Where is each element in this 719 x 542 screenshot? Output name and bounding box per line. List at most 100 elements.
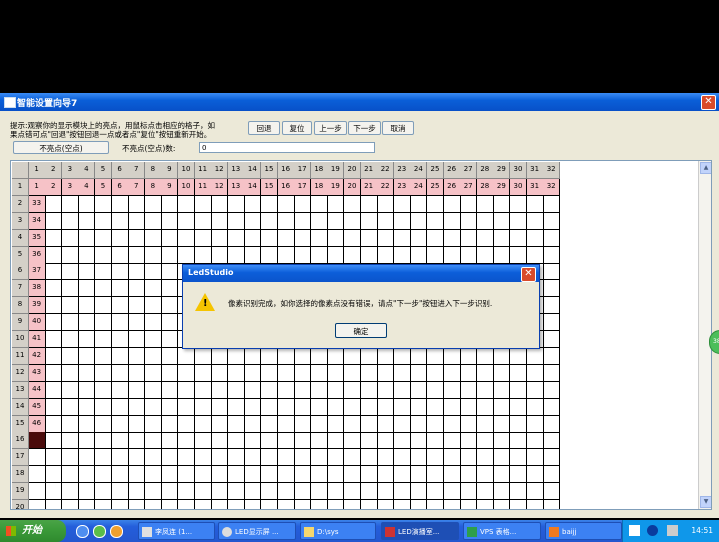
- grid-cell[interactable]: [178, 449, 195, 467]
- grid-cell[interactable]: [443, 195, 461, 213]
- grid-cell[interactable]: [427, 246, 444, 264]
- grid-cell[interactable]: [95, 466, 112, 484]
- grid-cell[interactable]: [360, 246, 378, 264]
- grid-cell[interactable]: 37: [28, 263, 46, 281]
- grid-cell[interactable]: [394, 500, 411, 509]
- grid-cell[interactable]: [45, 229, 63, 247]
- grid-cell[interactable]: [310, 381, 328, 399]
- grid-cell[interactable]: [327, 483, 345, 501]
- grid-cell[interactable]: [410, 500, 428, 509]
- grid-cell[interactable]: [493, 347, 511, 365]
- grid-cell[interactable]: 28: [476, 178, 494, 196]
- grid-cell[interactable]: [294, 398, 312, 416]
- grid-cell[interactable]: [45, 280, 63, 298]
- grid-cell[interactable]: 40: [28, 314, 46, 332]
- grid-cell[interactable]: [310, 212, 328, 230]
- grid-cell[interactable]: 34: [28, 212, 46, 230]
- grid-cell[interactable]: [111, 483, 129, 501]
- dialog-ok-button[interactable]: 确定: [335, 323, 387, 338]
- grid-cell[interactable]: [45, 246, 63, 264]
- grid-cell[interactable]: [211, 212, 229, 230]
- grid-cell[interactable]: [526, 364, 544, 382]
- grid-cell[interactable]: [443, 246, 461, 264]
- grid-cell[interactable]: [510, 195, 527, 213]
- grid-cell[interactable]: [194, 415, 212, 433]
- grid-cell[interactable]: 7: [128, 178, 146, 196]
- grid-cell[interactable]: [45, 398, 63, 416]
- grid-cell[interactable]: [294, 364, 312, 382]
- grid-cell[interactable]: [310, 195, 328, 213]
- grid-cell[interactable]: [194, 398, 212, 416]
- grid-cell[interactable]: [128, 449, 146, 467]
- grid-cell[interactable]: [111, 364, 129, 382]
- grid-cell[interactable]: 45: [28, 398, 46, 416]
- grid-cell[interactable]: [543, 466, 561, 484]
- grid-cell[interactable]: [78, 195, 96, 213]
- grid-cell[interactable]: [144, 347, 162, 365]
- grid-cell[interactable]: [178, 212, 195, 230]
- grid-cell[interactable]: [443, 415, 461, 433]
- grid-cell[interactable]: [28, 483, 46, 501]
- grid-cell[interactable]: [360, 449, 378, 467]
- grid-cell[interactable]: [61, 280, 79, 298]
- grid-cell[interactable]: [294, 195, 312, 213]
- grid-cell[interactable]: [526, 415, 544, 433]
- grid-cell[interactable]: [211, 347, 229, 365]
- grid-cell[interactable]: [95, 229, 112, 247]
- grid-cell[interactable]: [277, 415, 295, 433]
- grid-cell[interactable]: [510, 347, 527, 365]
- grid-cell[interactable]: [344, 229, 361, 247]
- grid-cell[interactable]: [211, 466, 229, 484]
- grid-cell[interactable]: 6: [111, 178, 129, 196]
- grid-cell[interactable]: 26: [443, 178, 461, 196]
- grid-cell[interactable]: [61, 398, 79, 416]
- grid-cell[interactable]: [61, 449, 79, 467]
- empty-point-count-input[interactable]: 0: [199, 142, 375, 153]
- grid-cell[interactable]: [460, 483, 478, 501]
- grid-cell[interactable]: [310, 347, 328, 365]
- grid-cell[interactable]: [244, 415, 262, 433]
- grid-cell[interactable]: [144, 297, 162, 315]
- grid-cell[interactable]: [460, 212, 478, 230]
- grid-cell[interactable]: [277, 466, 295, 484]
- grid-cell[interactable]: [244, 398, 262, 416]
- grid-cell[interactable]: [61, 263, 79, 281]
- grid-cell[interactable]: [45, 297, 63, 315]
- grid-cell[interactable]: [45, 415, 63, 433]
- grid-cell[interactable]: [227, 381, 245, 399]
- grid-cell[interactable]: [327, 195, 345, 213]
- grid-cell[interactable]: [460, 195, 478, 213]
- grid-cell[interactable]: [294, 212, 312, 230]
- grid-cell[interactable]: [294, 381, 312, 399]
- grid-cell[interactable]: [344, 483, 361, 501]
- grid-cell[interactable]: 3: [61, 178, 79, 196]
- grid-cell[interactable]: [393, 347, 411, 365]
- grid-cell[interactable]: [393, 398, 411, 416]
- grid-cell[interactable]: [327, 229, 345, 247]
- grid-cell[interactable]: 44: [28, 381, 46, 399]
- grid-cell[interactable]: [61, 246, 79, 264]
- grid-cell[interactable]: [261, 347, 278, 365]
- grid-cell[interactable]: [244, 432, 262, 450]
- grid-cell[interactable]: [111, 246, 129, 264]
- grid-cell[interactable]: 24: [410, 178, 428, 196]
- grid-cell[interactable]: [95, 415, 112, 433]
- grid-cell[interactable]: [161, 280, 179, 298]
- grid-cell[interactable]: [244, 500, 262, 509]
- grid-cell[interactable]: [493, 449, 511, 467]
- grid-cell[interactable]: [95, 364, 112, 382]
- grid-cell[interactable]: [277, 364, 295, 382]
- grid-cell[interactable]: [327, 500, 345, 509]
- grid-cell[interactable]: [377, 398, 395, 416]
- grid-cell[interactable]: [227, 466, 245, 484]
- grid-cell[interactable]: [543, 347, 561, 365]
- grid-cell[interactable]: [144, 280, 162, 298]
- grid-cell[interactable]: [327, 381, 345, 399]
- grid-cell[interactable]: [543, 483, 561, 501]
- grid-cell[interactable]: [211, 195, 229, 213]
- grid-cell[interactable]: [144, 229, 162, 247]
- grid-cell[interactable]: [194, 381, 212, 399]
- grid-cell[interactable]: [128, 246, 146, 264]
- grid-cell[interactable]: [45, 195, 63, 213]
- grid-cell[interactable]: [327, 212, 345, 230]
